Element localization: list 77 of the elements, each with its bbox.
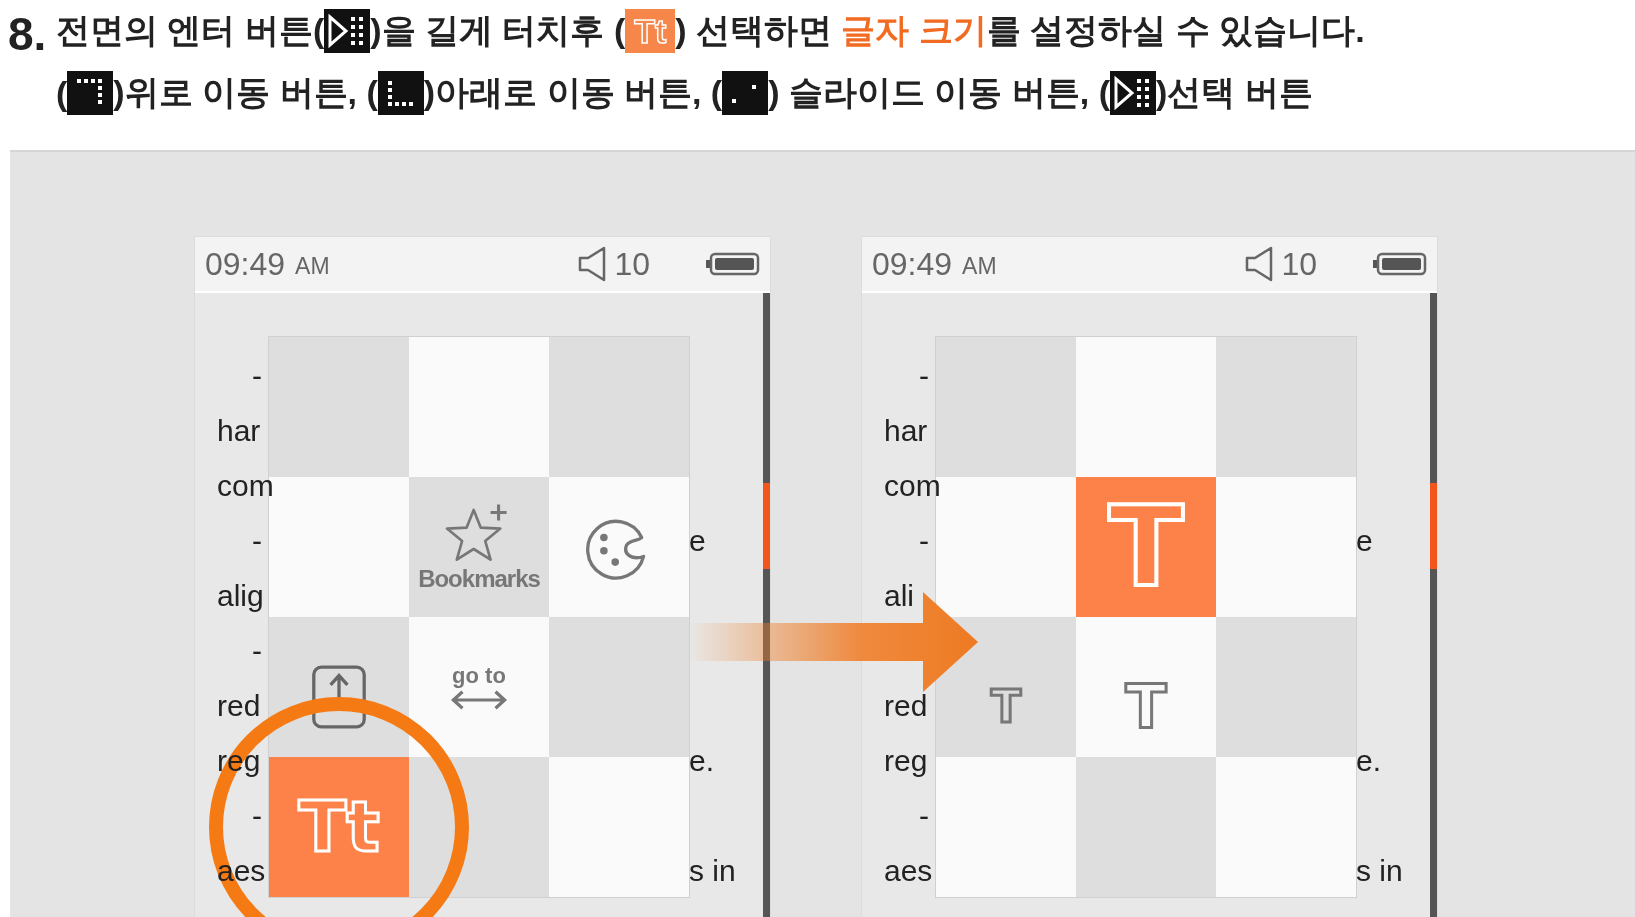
body-text: har xyxy=(884,412,928,449)
body-text: e. xyxy=(689,742,716,779)
font-size-key: Tt xyxy=(625,9,676,53)
enter-key-icon xyxy=(324,9,371,53)
menu-cell[interactable] xyxy=(1216,757,1356,897)
instruction-text: 전면의 엔터 버튼( xyxy=(56,10,325,51)
instruction-text: )을 길게 터치후 ( xyxy=(370,10,626,51)
text-size-label: T xyxy=(1125,674,1167,740)
instruction-text: )아래로 이동 버튼, ( xyxy=(423,72,723,113)
body-text: s in xyxy=(1356,852,1404,889)
menu-cell[interactable]: Tt xyxy=(269,757,409,897)
menu-cell[interactable] xyxy=(1216,617,1356,757)
menu-cell[interactable] xyxy=(1216,337,1356,477)
volume-level: 10 xyxy=(1281,245,1317,283)
menu-cell[interactable]: go to xyxy=(409,617,549,757)
clock-meridiem: AM xyxy=(962,252,997,280)
body-text: - xyxy=(919,522,929,559)
body-text: aes xyxy=(884,852,933,889)
clock-meridiem: AM xyxy=(295,252,330,280)
body-text: red xyxy=(217,687,261,724)
menu-cell[interactable]: T xyxy=(936,617,1076,757)
body-text: com xyxy=(884,467,941,504)
instruction-text: ) 슬라이드 이동 버튼, ( xyxy=(768,72,1111,113)
body-text: e xyxy=(1356,522,1374,559)
menu-cell[interactable] xyxy=(936,757,1076,897)
menu-cell[interactable] xyxy=(549,337,689,477)
menu-cell[interactable]: T xyxy=(1076,477,1216,617)
step-number: 8. xyxy=(8,7,48,62)
body-text: - xyxy=(252,632,262,669)
volume-level: 10 xyxy=(614,245,650,283)
goto-label: go to xyxy=(452,663,506,689)
menu-cell[interactable] xyxy=(1076,757,1216,897)
highlight-text: 글자 크기 xyxy=(841,10,987,51)
instruction-text: )선택 버튼 xyxy=(1156,72,1313,113)
menu-cell[interactable] xyxy=(549,477,689,617)
body-text: com xyxy=(217,467,274,504)
body-text: - xyxy=(919,797,929,834)
body-text: - xyxy=(919,357,929,394)
down-key-icon xyxy=(377,71,424,115)
body-text: har xyxy=(217,412,261,449)
body-text: - xyxy=(252,522,262,559)
body-text: s in xyxy=(689,852,737,889)
menu-cell[interactable] xyxy=(269,617,409,757)
double-arrow-icon xyxy=(449,689,509,711)
menu-cell[interactable] xyxy=(936,337,1076,477)
menu-cell[interactable] xyxy=(409,757,549,897)
menu-cell[interactable] xyxy=(549,757,689,897)
clock-time: 09:49 xyxy=(205,245,286,283)
body-text: - xyxy=(252,797,262,834)
battery-icon xyxy=(706,252,760,276)
body-text: - xyxy=(252,357,262,394)
menu-cell[interactable] xyxy=(409,337,549,477)
font-size-label: Tt xyxy=(296,788,381,866)
up-key-icon xyxy=(67,71,114,115)
menu-cell[interactable] xyxy=(1216,477,1356,617)
battery-icon xyxy=(1373,252,1427,276)
body-text: e xyxy=(689,522,707,559)
instruction-text: ) 선택하면 xyxy=(675,10,833,51)
instruction-text: 를 설정하실 수 있습니다. xyxy=(986,10,1365,51)
menu-cell[interactable]: Bookmarks xyxy=(409,477,549,617)
body-text: ali xyxy=(884,577,914,614)
slide-key-icon xyxy=(722,71,769,115)
body-text: alig xyxy=(217,577,264,614)
body-text: reg xyxy=(884,742,928,779)
bookmarks-label: Bookmarks xyxy=(418,565,540,593)
body-text: red xyxy=(884,687,928,724)
enter-key-icon xyxy=(1110,71,1157,115)
text-size-label: T xyxy=(1108,486,1184,608)
instruction-text: ( xyxy=(56,73,68,113)
body-text: e. xyxy=(1356,742,1383,779)
text-size-label: T xyxy=(991,682,1021,732)
instruction-text: )위로 이동 버튼, ( xyxy=(113,72,378,113)
clock-time: 09:49 xyxy=(872,245,953,283)
menu-cell[interactable] xyxy=(549,617,689,757)
menu-cell[interactable] xyxy=(269,337,409,477)
menu-cell[interactable]: T xyxy=(1076,617,1216,757)
menu-cell[interactable] xyxy=(1076,337,1216,477)
